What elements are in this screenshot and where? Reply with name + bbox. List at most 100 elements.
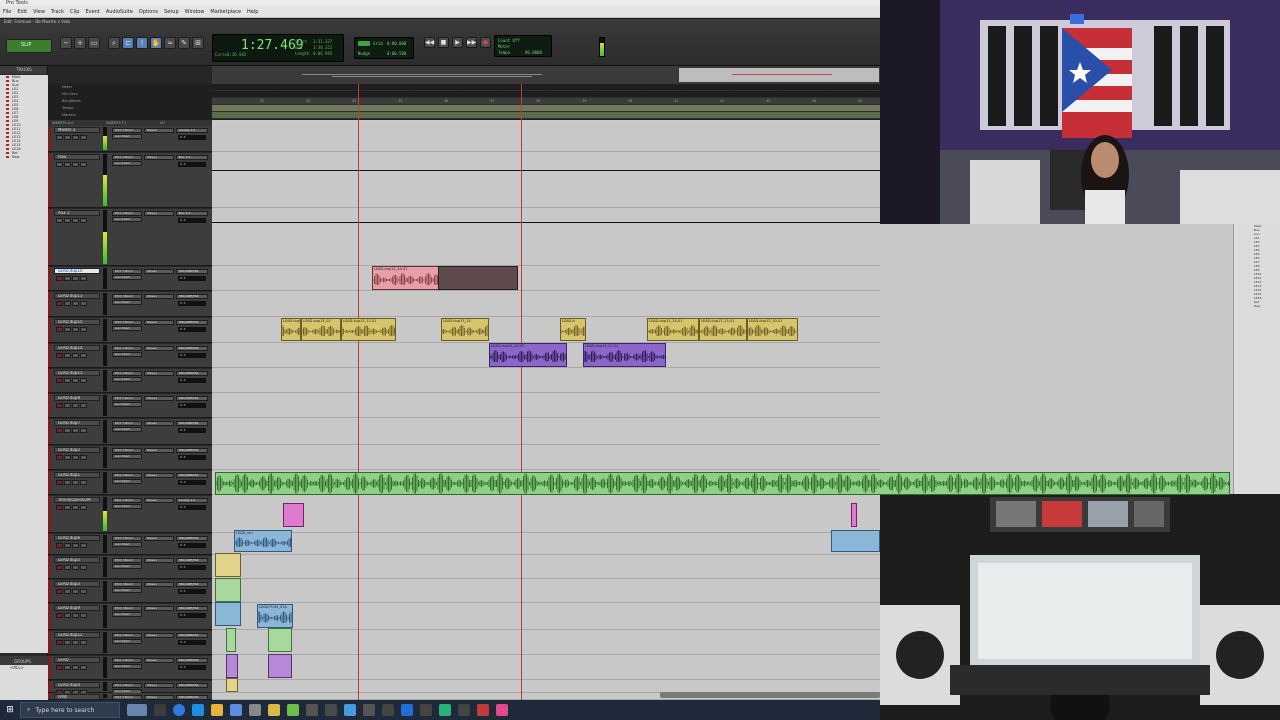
insert-slot[interactable]: EQ3 7-Band [112, 536, 142, 541]
track-volume-readout[interactable]: 0.0 [178, 613, 206, 618]
track-name[interactable]: LEAD.dup10 [54, 268, 100, 274]
track-lane[interactable] [212, 369, 880, 393]
trim-tool-icon[interactable]: ⊏ [122, 37, 134, 49]
record-arm-button[interactable] [56, 455, 63, 460]
app-icon[interactable] [401, 704, 413, 716]
insert-slot[interactable]: Aux Sham [112, 300, 142, 305]
menu-item-edit[interactable]: Edit [17, 6, 27, 18]
stop-icon[interactable]: ■ [438, 37, 449, 48]
playhead-cursor[interactable] [521, 84, 522, 700]
zoom-out-icon[interactable]: − [60, 37, 72, 49]
insert-slot[interactable]: Waves [144, 498, 174, 503]
track-lane[interactable] [212, 394, 880, 418]
rewind-icon[interactable]: ◀◀ [424, 37, 435, 48]
track-io-selector[interactable]: MIC/LINE/HiZ [176, 294, 208, 299]
solo-button[interactable] [72, 353, 79, 358]
track-header[interactable]: LEAD.dup2 EQ3 7-Band Aux Sham Waves MIC/LINE… [48, 446, 212, 470]
audio-clip[interactable] [831, 530, 880, 552]
track-volume-readout[interactable]: 0.0 [178, 665, 206, 670]
mute-button[interactable] [80, 428, 87, 433]
insert-slot[interactable]: EQ3 7-Band [112, 371, 142, 376]
solo-button[interactable] [72, 543, 79, 548]
insert-slot[interactable]: Aux Sham [112, 542, 142, 547]
audio-clip[interactable] [215, 553, 241, 577]
track-name[interactable]: LEAD.dup3 [54, 581, 100, 587]
track-name[interactable]: Raw [54, 154, 100, 160]
insert-slot[interactable]: Aux Sham [112, 664, 142, 669]
input-monitor-button[interactable] [64, 135, 71, 140]
audio-clip[interactable]: LEAD.dup15_20-01 [489, 343, 567, 367]
track-header[interactable]: LEAD.dup7 EQ3 7-Band Aux Sham Waves MIC/LINE… [48, 419, 212, 445]
notes-icon[interactable] [268, 704, 280, 716]
insert-slot[interactable]: Aux Sham [112, 639, 142, 644]
menu-item-marketplace[interactable]: Marketplace [210, 6, 241, 18]
input-monitor-button[interactable] [64, 565, 71, 570]
insert-slot[interactable]: Waves [144, 683, 174, 688]
track-io-selector[interactable]: MIC/LINE/HiZ [176, 448, 208, 453]
audio-clip[interactable] [268, 628, 292, 652]
track-lane[interactable] [212, 556, 880, 579]
insert-slot[interactable]: Aux Sham [112, 564, 142, 569]
solo-button[interactable] [72, 135, 79, 140]
grid-chip[interactable] [358, 41, 370, 46]
insert-slot[interactable]: Aux Sham [112, 612, 142, 617]
audio-clip[interactable]: LEAD.dup13_12-01 [341, 318, 396, 341]
mute-button[interactable] [80, 640, 87, 645]
track-header[interactable]: LEAD.dup11 EQ3 7-Band Aux Sham Waves MIC/LIN… [48, 369, 212, 393]
insert-slot[interactable]: Waves [144, 536, 174, 541]
insert-slot[interactable]: Waves [144, 346, 174, 351]
track-lane[interactable] [212, 292, 880, 317]
menu-item-window[interactable]: Window [185, 6, 205, 18]
record-arm-button[interactable] [56, 665, 63, 670]
track-volume-readout[interactable]: 0.0 [178, 218, 206, 223]
insert-slot[interactable]: Waves [144, 582, 174, 587]
insert-slot[interactable]: EQ3 7-Band [112, 320, 142, 325]
menu-item-audiosuite[interactable]: AudioSuite [106, 6, 133, 18]
track-volume-readout[interactable]: 0.0 [178, 327, 206, 332]
track-volume-readout[interactable]: 0.0 [178, 505, 206, 510]
track-name[interactable]: LEAD.dup13 [54, 293, 100, 299]
mute-button[interactable] [80, 665, 87, 670]
insert-slot[interactable]: Waves [144, 606, 174, 611]
overview-viewport[interactable] [679, 68, 879, 82]
solo-button[interactable] [72, 428, 79, 433]
app-icon[interactable] [344, 704, 356, 716]
track-header[interactable]: LEAD.dup15 EQ3 7-Band Aux Sham Waves MIC/LIN… [48, 318, 212, 343]
track-name[interactable]: LEAD.dup6 [54, 535, 100, 541]
track-name[interactable]: LEAD.dup9 [54, 605, 100, 611]
mute-button[interactable] [80, 589, 87, 594]
edit-area[interactable]: ··············· 323334353637383940414243… [212, 66, 918, 700]
insert-slot[interactable]: Aux Sham [112, 402, 142, 407]
app-icon[interactable] [287, 704, 299, 716]
record-arm-button[interactable] [56, 378, 63, 383]
record-arm-button[interactable] [56, 613, 63, 618]
audio-clip[interactable] [851, 503, 857, 527]
mute-button[interactable] [80, 327, 87, 332]
track-header[interactable]: Master 2 EQ3 7-Band Aux Sham Waves Analog 1-… [48, 126, 212, 152]
insert-slot[interactable]: EQ3 7-Band [112, 633, 142, 638]
audio-clip[interactable]: LEAD.dup13_25-01 [699, 318, 747, 341]
insert-slot[interactable]: EQ3 7-Band [112, 473, 142, 478]
track-io-selector[interactable]: MIC/LINE/HiZ [176, 320, 208, 325]
track-io-selector[interactable]: MIC/LINE/HiZ [176, 683, 208, 688]
track-volume-readout[interactable]: 0.0 [178, 353, 206, 358]
main-counter[interactable]: 1:27.469 Cursor Start End Length 1:31.32… [212, 34, 344, 62]
track-io-selector[interactable]: MIC/LINE/HiZ [176, 558, 208, 563]
solo-button[interactable] [72, 327, 79, 332]
input-monitor-button[interactable] [64, 276, 71, 281]
input-monitor-button[interactable] [64, 378, 71, 383]
track-lane[interactable] [212, 631, 880, 655]
bars-beats-ruler[interactable]: 323334353637383940414243444546 [212, 98, 908, 105]
track-name[interactable]: LEAD.dup12 [54, 632, 100, 638]
mute-button[interactable] [80, 565, 87, 570]
track-lane[interactable] [212, 153, 880, 208]
track-header[interactable]: Raw EQ3 7-Band Aux Sham Waves Bus 1-2 0.0 [48, 153, 212, 208]
input-monitor-button[interactable] [64, 353, 71, 358]
record-arm-button[interactable] [56, 135, 63, 140]
insert-slot[interactable]: Waves [144, 294, 174, 299]
track-io-selector[interactable]: MIC/LINE/HiZ [176, 606, 208, 611]
insert-slot[interactable]: Waves [144, 269, 174, 274]
track-header[interactable]: LEAD.dup8 EQ3 7-Band Aux Sham Waves MIC/LINE… [48, 394, 212, 418]
store-icon[interactable] [230, 704, 242, 716]
min-secs-ruler[interactable]: ··············· [212, 91, 918, 98]
